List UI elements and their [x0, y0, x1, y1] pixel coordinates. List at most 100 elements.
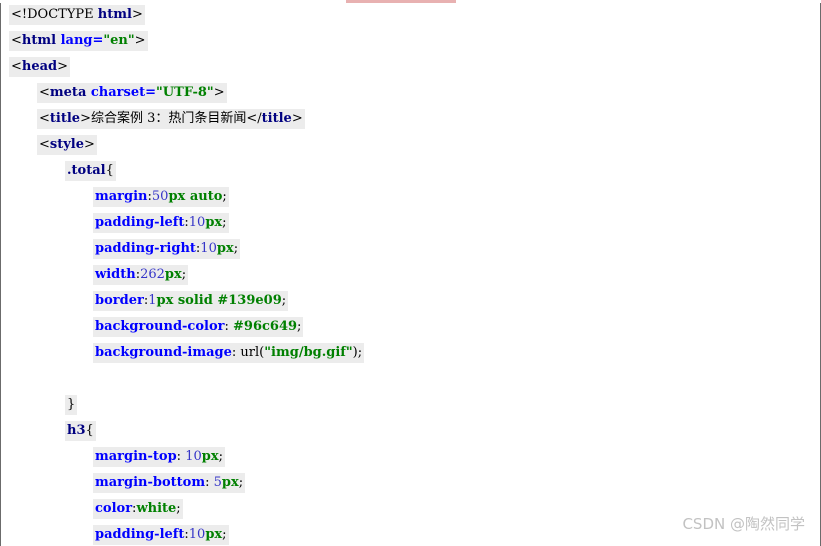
code-token: < — [39, 111, 50, 126]
code-token: white — [136, 501, 177, 516]
code-token: px auto — [168, 189, 223, 204]
code-line-highlight: margin:50px auto; — [93, 187, 229, 207]
code-line: margin-bottom: 5px; — [0, 470, 821, 496]
code-token: 5 — [213, 475, 222, 490]
code-token: background-image — [95, 345, 232, 360]
code-token: charset= — [90, 85, 157, 100]
code-line-highlight: <meta charset="UTF-8"> — [37, 83, 227, 103]
code-token: 262 — [140, 267, 165, 282]
code-token: >综合案例 3：热门条目新闻</ — [80, 111, 262, 126]
code-token: 10 — [188, 215, 206, 230]
code-line-highlight: color:white; — [93, 499, 183, 519]
code-line-highlight: h3{ — [65, 421, 96, 441]
code-line-highlight: border:1px solid #139e09; — [93, 291, 289, 311]
code-token: "img/bg.gif" — [264, 345, 353, 360]
code-token: ; — [181, 267, 187, 282]
code-token: < — [39, 85, 50, 100]
code-token: 1 — [148, 293, 157, 308]
code-token: ; — [233, 241, 239, 256]
code-token: { — [105, 163, 114, 178]
code-line: background-image: url("img/bg.gif"); — [0, 340, 821, 366]
code-line: h3{ — [0, 418, 821, 444]
code-token: > — [57, 59, 69, 74]
code-block: <!DOCTYPE html> <html lang="en"> <head> <me… — [0, 2, 821, 546]
code-line: background-color: #96c649; — [0, 314, 821, 340]
code-token: title — [261, 111, 292, 126]
code-token: padding-right — [95, 241, 196, 256]
code-line-highlight: <!DOCTYPE html> — [9, 5, 145, 25]
watermark: CSDN @陶然同学 — [682, 515, 805, 533]
code-token: border — [95, 293, 144, 308]
code-token: margin — [95, 189, 148, 204]
code-token: meta — [49, 85, 91, 100]
code-token: 10 — [185, 449, 202, 464]
code-token: "UTF-8" — [156, 85, 214, 100]
code-token: head — [21, 59, 58, 74]
code-token: "en" — [103, 33, 135, 48]
code-token: : — [176, 449, 186, 464]
code-line-highlight: margin-top: 10px; — [93, 447, 225, 467]
page: <!DOCTYPE html> <html lang="en"> <head> <me… — [0, 0, 821, 546]
code-token: ; — [222, 527, 227, 542]
code-token: lang= — [60, 33, 104, 48]
code-token: <!DOCTYPE — [11, 7, 98, 22]
code-line-highlight: <title>综合案例 3：热门条目新闻</title> — [37, 109, 305, 129]
code-token: px — [205, 527, 223, 542]
code-token: ; — [222, 189, 227, 204]
code-token: 10 — [200, 241, 217, 256]
code-token: ; — [238, 475, 244, 490]
code-token: < — [11, 33, 22, 48]
code-token: .total — [67, 163, 106, 178]
code-token: margin-bottom — [95, 475, 206, 490]
code-token: > — [84, 137, 95, 152]
code-token: html — [21, 33, 61, 48]
code-token: { — [85, 423, 94, 438]
code-line-highlight: } — [65, 395, 78, 415]
code-token: h3 — [67, 423, 86, 438]
code-token: : url( — [231, 345, 265, 360]
code-line: width:262px; — [0, 262, 821, 288]
code-token: ; — [297, 319, 302, 334]
code-token: > — [291, 111, 303, 126]
code-token: px — [221, 475, 239, 490]
code-token: } — [67, 397, 76, 412]
code-token: ; — [218, 449, 223, 464]
code-line-highlight: .total{ — [65, 161, 116, 181]
code-line-highlight: <style> — [37, 135, 97, 155]
code-token: : — [205, 475, 214, 490]
code-token: px solid #139e09 — [156, 293, 282, 308]
code-line-highlight: <html lang="en"> — [9, 31, 148, 51]
code-line-highlight: width:262px; — [93, 265, 189, 285]
code-token: 50 — [151, 189, 169, 204]
code-line-highlight: background-color: #96c649; — [93, 317, 304, 337]
code-token: ; — [222, 215, 227, 230]
code-token: ; — [176, 501, 181, 516]
code-token: px — [164, 267, 182, 282]
code-line-highlight: background-image: url("img/bg.gif"); — [93, 343, 365, 363]
code-token: px — [216, 241, 234, 256]
code-line: border:1px solid #139e09; — [0, 288, 821, 314]
code-token: background-color — [95, 319, 225, 334]
code-token: px — [201, 449, 219, 464]
code-line-highlight: padding-left:10px; — [93, 213, 229, 233]
code-token: html — [97, 7, 132, 22]
code-line: <style> — [0, 132, 821, 158]
code-token: title — [49, 111, 81, 126]
code-line: margin-top: 10px; — [0, 444, 821, 470]
code-line: <html lang="en"> — [0, 28, 821, 54]
code-token: : — [224, 319, 233, 334]
code-line: margin:50px auto; — [0, 184, 821, 210]
code-line: padding-right:10px; — [0, 236, 821, 262]
code-token: > — [134, 33, 146, 48]
code-token: < — [39, 137, 50, 152]
code-token: ; — [281, 293, 287, 308]
code-token: ); — [352, 345, 363, 360]
code-token: margin-top — [95, 449, 177, 464]
code-token: width — [95, 267, 136, 282]
code-line-highlight: <head> — [9, 57, 71, 77]
code-token: > — [213, 85, 225, 100]
code-line: <head> — [0, 54, 821, 80]
code-line: <meta charset="UTF-8"> — [0, 80, 821, 106]
code-token: style — [49, 137, 84, 152]
